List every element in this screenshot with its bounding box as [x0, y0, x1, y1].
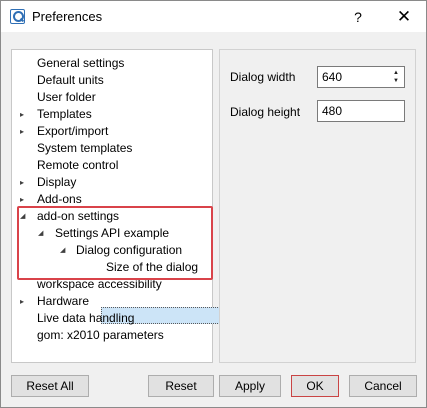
dialog-height-label: Dialog height: [230, 105, 301, 119]
triangle-right-icon[interactable]: ▸: [20, 174, 30, 191]
cancel-button[interactable]: Cancel: [349, 375, 417, 397]
reset-button[interactable]: Reset: [148, 375, 214, 397]
triangle-right-icon[interactable]: ▸: [20, 123, 30, 140]
dialog-height-value[interactable]: 480: [322, 104, 342, 118]
preferences-dialog: Preferences ? ✕ General settings Default…: [0, 0, 427, 408]
tree-item-hardware[interactable]: Hardware: [37, 293, 89, 310]
tree-item-templates[interactable]: Templates: [37, 106, 92, 123]
spin-down-icon[interactable]: ▼: [391, 77, 401, 86]
close-button[interactable]: ✕: [392, 6, 416, 28]
dialog-width-label: Dialog width: [230, 70, 296, 84]
annotation-highlight-box: [17, 206, 213, 280]
tree-item-gom-x2010-parameters[interactable]: gom: x2010 parameters: [37, 327, 164, 344]
triangle-right-icon[interactable]: ▸: [20, 293, 30, 310]
tree-item-export-import[interactable]: Export/import: [37, 123, 108, 140]
tree-item-default-units[interactable]: Default units: [37, 72, 104, 89]
triangle-right-icon[interactable]: ▸: [20, 106, 30, 123]
help-button[interactable]: ?: [346, 6, 370, 28]
ok-button[interactable]: OK: [291, 375, 339, 397]
dialog-width-spinbox[interactable]: 640 ▲ ▼: [317, 66, 405, 88]
window-title: Preferences: [32, 9, 103, 24]
settings-panel: Dialog width 640 ▲ ▼ Dialog height 480: [219, 49, 416, 363]
tree-item-user-folder[interactable]: User folder: [37, 89, 96, 106]
apply-button[interactable]: Apply: [219, 375, 281, 397]
tree-item-general-settings[interactable]: General settings: [37, 55, 124, 72]
tree-item-display[interactable]: Display: [37, 174, 76, 191]
tree-item-remote-control[interactable]: Remote control: [37, 157, 118, 174]
dialog-height-spinbox[interactable]: 480: [317, 100, 405, 122]
tree-item-live-data-handling[interactable]: Live data handling: [37, 310, 134, 327]
title-bar: Preferences ? ✕: [1, 1, 426, 32]
reset-all-button[interactable]: Reset All: [11, 375, 89, 397]
dialog-width-value[interactable]: 640: [322, 70, 342, 84]
gom-app-icon: [10, 9, 25, 24]
tree-item-system-templates[interactable]: System templates: [37, 140, 132, 157]
